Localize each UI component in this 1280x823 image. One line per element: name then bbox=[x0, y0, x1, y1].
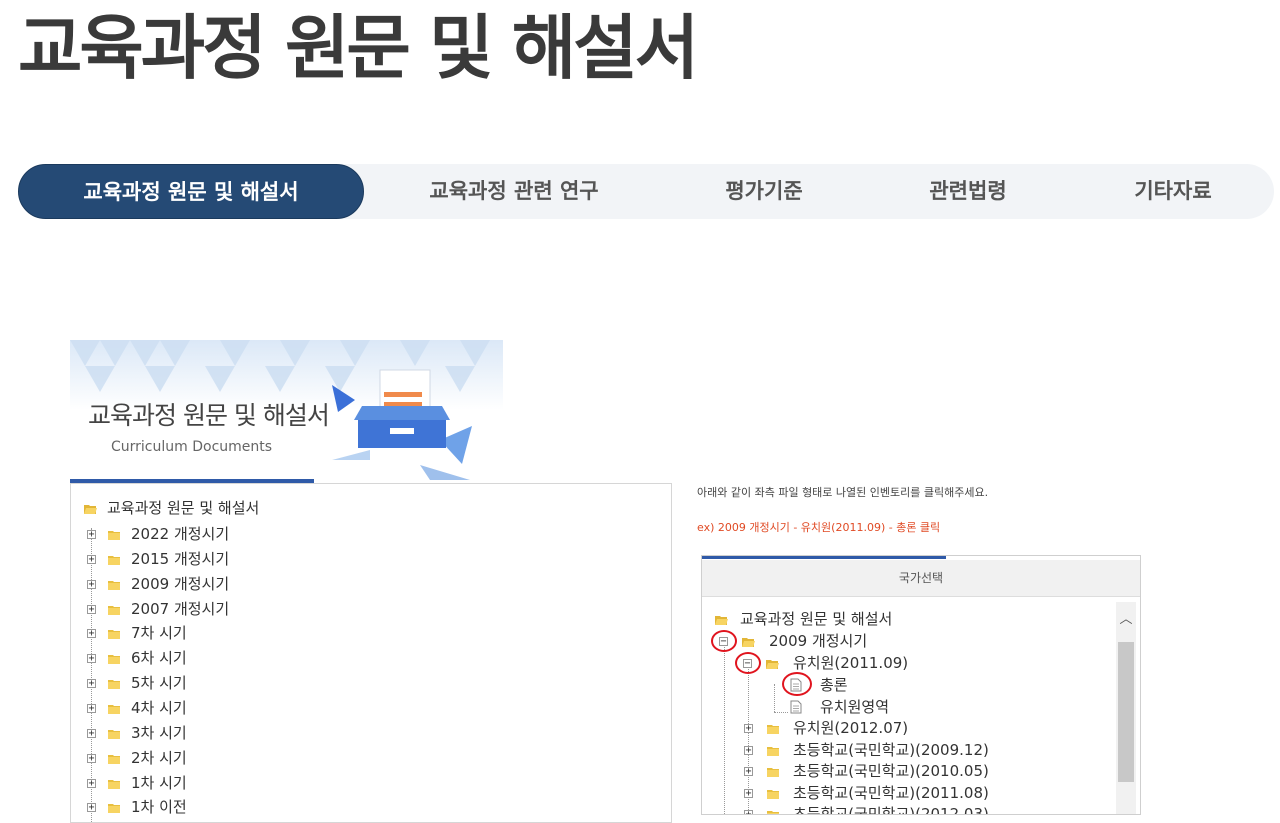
folder-icon bbox=[767, 768, 779, 777]
tree-item-label: 5차 시기 bbox=[131, 674, 187, 692]
folder-icon bbox=[108, 655, 120, 664]
folder-icon bbox=[108, 804, 120, 813]
folder-icon bbox=[108, 606, 120, 615]
tree-item-label: 6차 시기 bbox=[131, 649, 187, 667]
expand-plus-icon[interactable]: + bbox=[87, 629, 96, 639]
expand-plus-icon: + bbox=[744, 788, 753, 799]
inventory-tree-panel: 교육과정 원문 및 해설서 + 2022 개정시기 + 2015 개정시기 + … bbox=[70, 483, 672, 823]
folder-open-icon bbox=[766, 660, 779, 669]
tree-item-label: 1차 시기 bbox=[131, 774, 187, 792]
tree-connector bbox=[724, 640, 725, 814]
highlight-circle bbox=[782, 672, 812, 696]
expand-plus-icon[interactable]: + bbox=[87, 654, 96, 664]
sample-doc-label: 총론 bbox=[820, 676, 848, 694]
tree-root-label: 교육과정 원문 및 해설서 bbox=[107, 499, 260, 517]
sample-header: 국가선택 bbox=[702, 560, 1140, 597]
banner-title: 교육과정 원문 및 해설서 bbox=[88, 401, 330, 430]
folder-icon bbox=[767, 790, 779, 799]
folder-icon bbox=[108, 680, 120, 689]
scroll-thumb bbox=[1118, 642, 1134, 782]
sample-sibling-label: 초등학교(국민학교)(2012.03) bbox=[793, 805, 989, 815]
expand-plus-icon[interactable]: + bbox=[87, 530, 96, 540]
sample-sibling-label: 유치원(2012.07) bbox=[793, 719, 909, 737]
highlight-circle bbox=[735, 652, 761, 674]
tree-item-label: 2차 시기 bbox=[131, 749, 187, 767]
sample-root-label: 교육과정 원문 및 해설서 bbox=[740, 610, 893, 628]
folder-icon bbox=[108, 630, 120, 639]
banner-subtitle: Curriculum Documents bbox=[111, 439, 273, 455]
expand-plus-icon: + bbox=[744, 810, 753, 814]
highlight-circle bbox=[711, 630, 737, 652]
tree-connector bbox=[774, 712, 788, 713]
sample-level1-label: 2009 개정시기 bbox=[769, 632, 868, 650]
tree-item-label: 7차 시기 bbox=[131, 624, 187, 642]
tree-item-label: 3차 시기 bbox=[131, 724, 187, 742]
expand-plus-icon[interactable]: + bbox=[87, 555, 96, 565]
tree-item-label: 2015 개정시기 bbox=[131, 550, 230, 568]
expand-plus-icon: + bbox=[744, 766, 753, 777]
tree-item-label: 1차 이전 bbox=[131, 798, 187, 816]
expand-plus-icon[interactable]: + bbox=[87, 580, 96, 590]
folder-icon bbox=[108, 755, 120, 764]
folder-icon bbox=[767, 811, 779, 814]
expand-plus-icon[interactable]: + bbox=[87, 679, 96, 689]
tab-other-materials[interactable]: 기타자료 bbox=[1072, 164, 1274, 219]
folder-open-icon bbox=[742, 638, 755, 647]
sample-sibling-label: 초등학교(국민학교)(2010.05) bbox=[793, 762, 989, 780]
tree-item-label: 2009 개정시기 bbox=[131, 575, 230, 593]
tree-connector bbox=[774, 684, 775, 712]
page-title: 교육과정 원문 및 해설서 bbox=[18, 7, 699, 89]
chevron-up-icon: ︿ bbox=[1119, 612, 1133, 627]
tree-item-label: 2022 개정시기 bbox=[131, 525, 230, 543]
folder-icon bbox=[108, 705, 120, 714]
sample-sibling-label: 초등학교(국민학교)(2009.12) bbox=[793, 741, 989, 759]
folder-icon bbox=[108, 581, 120, 590]
expand-plus-icon[interactable]: + bbox=[87, 803, 96, 813]
folder-icon bbox=[767, 747, 779, 756]
folder-icon bbox=[108, 780, 120, 789]
document-icon bbox=[790, 700, 802, 714]
folder-open-icon bbox=[715, 616, 728, 625]
sample-tree-screenshot: 국가선택 ︿ 교육과정 원문 및 해설서 − 2009 개정시기 − 유치원(2… bbox=[701, 555, 1141, 815]
folder-icon bbox=[767, 725, 779, 734]
folder-icon bbox=[108, 556, 120, 565]
expand-plus-icon[interactable]: + bbox=[87, 605, 96, 615]
sample-accent-line bbox=[702, 556, 946, 559]
sample-scrollbar: ︿ bbox=[1116, 602, 1136, 814]
example-text: ex) 2009 개정시기 - 유치원(2011.09) - 총론 클릭 bbox=[697, 521, 941, 534]
expand-plus-icon: + bbox=[744, 745, 753, 756]
sample-doc-label: 유치원영역 bbox=[820, 698, 890, 716]
folder-icon bbox=[108, 730, 120, 739]
tab-related-laws[interactable]: 관련법령 bbox=[864, 164, 1072, 219]
sample-level2-label: 유치원(2011.09) bbox=[793, 654, 909, 672]
section-banner: 교육과정 원문 및 해설서 Curriculum Documents bbox=[70, 340, 503, 483]
tab-curriculum-documents[interactable]: 교육과정 원문 및 해설서 bbox=[18, 164, 364, 219]
tree-item-label: 2007 개정시기 bbox=[131, 600, 230, 618]
folder-icon bbox=[108, 531, 120, 540]
tab-evaluation-criteria[interactable]: 평가기준 bbox=[664, 164, 864, 219]
expand-plus-icon[interactable]: + bbox=[87, 754, 96, 764]
tab-curriculum-research[interactable]: 교육과정 관련 연구 bbox=[364, 164, 664, 219]
folder-open-icon bbox=[84, 505, 97, 514]
expand-plus-icon[interactable]: + bbox=[87, 729, 96, 739]
expand-plus-icon[interactable]: + bbox=[87, 779, 96, 789]
expand-plus-icon: + bbox=[744, 723, 753, 734]
expand-plus-icon[interactable]: + bbox=[87, 704, 96, 714]
tree-item-label: 4차 시기 bbox=[131, 699, 187, 717]
main-nav: 교육과정 원문 및 해설서 교육과정 관련 연구 평가기준 관련법령 기타자료 bbox=[18, 164, 1274, 219]
sample-sibling-label: 초등학교(국민학교)(2011.08) bbox=[793, 784, 989, 802]
instruction-text: 아래와 같이 좌측 파일 형태로 나열된 인벤토리를 클릭해주세요. bbox=[697, 486, 989, 499]
